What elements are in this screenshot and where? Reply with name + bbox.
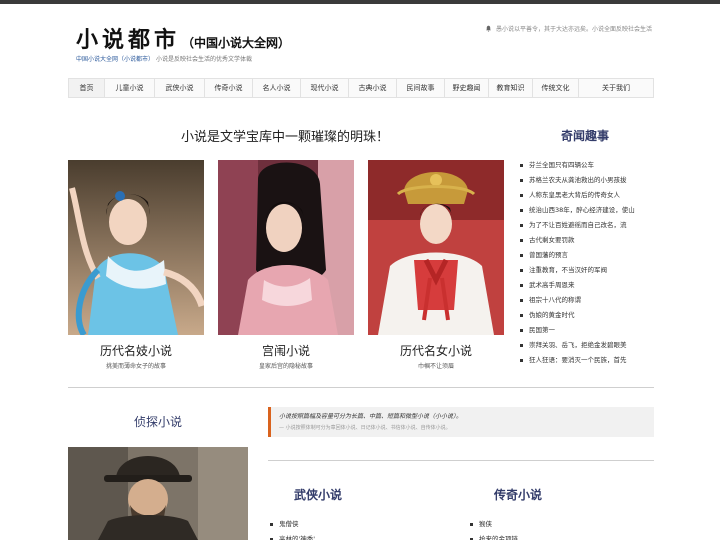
header-notice: 愚小说以平善令，其于大达亦远矣。小说全面反映社会生活 bbox=[485, 24, 652, 33]
list-item[interactable]: 鬼僧侠 bbox=[270, 517, 315, 532]
nav-item-home[interactable]: 首页 bbox=[69, 79, 105, 97]
card-desc-courtesan: 挑美而薄命女子的故事 bbox=[105, 363, 166, 370]
sidebar-item[interactable]: 为了不让百姓避徭而自己改名，流 bbox=[520, 218, 654, 233]
nav-item-wuxia[interactable]: 武侠小说 bbox=[155, 79, 205, 97]
detective-title: 侦探小说 bbox=[133, 415, 182, 429]
card-title-heroine[interactable]: 历代名女小说 bbox=[368, 342, 504, 359]
card-desc-palace: 皇家后宫的隐秘故事 bbox=[258, 363, 313, 370]
section-divider bbox=[268, 460, 654, 461]
section-divider bbox=[68, 387, 654, 388]
nav-item-folk[interactable]: 民间故事 bbox=[397, 79, 445, 97]
nav-item-culture[interactable]: 传统文化 bbox=[533, 79, 579, 97]
card-title-courtesan[interactable]: 历代名妓小说 bbox=[68, 342, 204, 359]
nav-item-celebrity[interactable]: 名人小说 bbox=[253, 79, 301, 97]
logo-sub-text: （中国小说大全网） bbox=[182, 36, 291, 50]
category-list-wuxia: 鬼僧侠 高林的'神秃' bbox=[270, 517, 315, 540]
category-list-legend: 猴侠 抢来的金项链 bbox=[470, 517, 518, 540]
quote-block: 小说按照篇幅及容量可分为长篇、中篇、短篇和微型小说（小小说）。 — 小说按照体制… bbox=[268, 407, 654, 437]
nav-item-legend[interactable]: 传奇小说 bbox=[205, 79, 253, 97]
card-image-courtesan[interactable] bbox=[68, 160, 204, 335]
list-item[interactable]: 猴侠 bbox=[470, 517, 518, 532]
sidebar-item[interactable]: 曾国藩的预言 bbox=[520, 248, 654, 263]
card-image-palace[interactable] bbox=[218, 160, 354, 335]
sidebar-item[interactable]: 芬兰全国只有四辆公车 bbox=[520, 158, 654, 173]
nav-item-anecdote[interactable]: 野史趣闻 bbox=[445, 79, 489, 97]
category-title-wuxia[interactable]: 武侠小说 bbox=[248, 486, 388, 503]
sidebar-item[interactable]: 伪娘的黄金时代 bbox=[520, 308, 654, 323]
main-nav: 首页 儿童小说 武侠小说 传奇小说 名人小说 现代小说 古典小说 民间故事 野史… bbox=[68, 78, 654, 98]
sidebar-title: 奇闻趣事 bbox=[560, 129, 609, 143]
card-image-heroine[interactable] bbox=[368, 160, 504, 335]
top-bar bbox=[0, 0, 720, 4]
card-title-palace[interactable]: 宫闱小说 bbox=[218, 342, 354, 359]
sidebar-item[interactable]: 古代剩女要罚款 bbox=[520, 233, 654, 248]
nav-item-modern[interactable]: 现代小说 bbox=[301, 79, 349, 97]
quote-sub-text: — 小说按照体制可分为章回体小说、日记体小说、书信体小说、自传体小说。 bbox=[279, 425, 451, 431]
detective-image[interactable] bbox=[68, 447, 248, 540]
sidebar-item[interactable]: 武术高手周恩来 bbox=[520, 278, 654, 293]
card-desc-heroine: 巾帼不让须眉 bbox=[417, 363, 454, 370]
sidebar-item[interactable]: 苏格兰农夫从龚池救出的小男孩拔 bbox=[520, 173, 654, 188]
sidebar-list: 芬兰全国只有四辆公车 苏格兰农夫从龚池救出的小男孩拔 人称东皇黑老大背后的传奇女… bbox=[520, 158, 654, 368]
nav-item-about[interactable]: 关于我们 bbox=[579, 79, 653, 97]
nav-item-education[interactable]: 教育知识 bbox=[489, 79, 533, 97]
sidebar-item[interactable]: 崇拜关羽、岳飞，拒绝金发碧眼美 bbox=[520, 338, 654, 353]
site-logo[interactable]: 小说都市 （中国小说大全网） bbox=[76, 22, 291, 53]
sidebar-item[interactable]: 祖宗十八代的称谓 bbox=[520, 293, 654, 308]
main-headline: 小说是文学宝库中一颗璀璨的明珠！ bbox=[180, 130, 389, 145]
nav-item-classic[interactable]: 古典小说 bbox=[349, 79, 397, 97]
sidebar-item[interactable]: 民国第一 bbox=[520, 323, 654, 338]
tagline-text: 小说是反映社会生活的优秀文学体裁 bbox=[155, 56, 252, 63]
nav-item-children[interactable]: 儿童小说 bbox=[105, 79, 155, 97]
site-tagline: 中国小说大全网（小说都市） 小说是反映社会生活的优秀文学体裁 bbox=[76, 54, 252, 63]
sidebar-item[interactable]: 统治山西38年，醉心经济建设，使山 bbox=[520, 203, 654, 218]
sidebar-item[interactable]: 狂人狂语：要消灭一个民族，首先 bbox=[520, 353, 654, 368]
logo-main-text: 小说都市 bbox=[76, 27, 181, 53]
quote-main-text: 小说按照篇幅及容量可分为长篇、中篇、短篇和微型小说（小小说）。 bbox=[279, 413, 463, 420]
category-title-legend[interactable]: 传奇小说 bbox=[448, 486, 588, 503]
bell-icon bbox=[485, 25, 492, 32]
sidebar-item[interactable]: 注重教育，不当汉奸的军阀 bbox=[520, 263, 654, 278]
sidebar-item[interactable]: 人称东皇黑老大背后的传奇女人 bbox=[520, 188, 654, 203]
list-item[interactable]: 抢来的金项链 bbox=[470, 532, 518, 540]
list-item[interactable]: 高林的'神秃' bbox=[270, 532, 315, 540]
notice-text: 愚小说以平善令，其于大达亦远矣。小说全面反映社会生活 bbox=[495, 26, 652, 33]
tagline-link[interactable]: 中国小说大全网（小说都市） bbox=[76, 56, 154, 63]
